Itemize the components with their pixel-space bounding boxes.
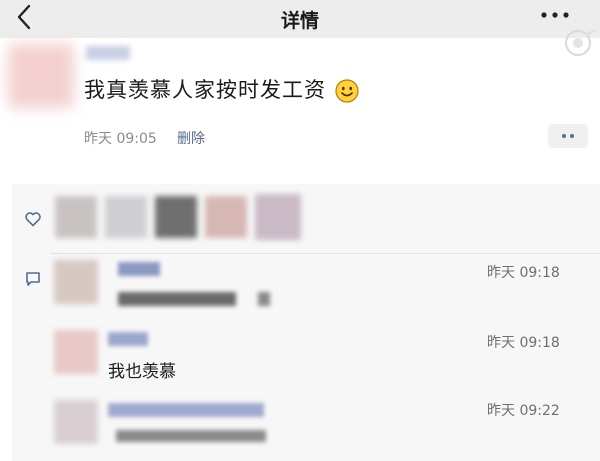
commenter-name[interactable] [108, 403, 264, 417]
commenter-name[interactable] [108, 332, 148, 346]
liker-avatar[interactable] [205, 196, 247, 238]
commenter-avatar[interactable] [54, 260, 98, 304]
comment-content [118, 292, 236, 306]
comment-time: 昨天 09:22 [487, 403, 560, 419]
watermark-logo [565, 29, 596, 56]
commenter-avatar[interactable] [54, 330, 98, 374]
comment-content [116, 430, 266, 442]
comment-content [258, 292, 270, 306]
delete-link[interactable]: 删除 [177, 128, 205, 148]
nav-bar: 详情 [0, 0, 600, 38]
smile-emoji-icon [335, 79, 359, 103]
comment-icon [26, 272, 40, 286]
liker-avatar[interactable] [255, 194, 301, 240]
heart-icon [25, 212, 41, 227]
post-text: 我真羡慕人家按时发工资 [84, 78, 326, 102]
liker-avatar[interactable] [105, 196, 147, 238]
liker-avatar[interactable] [155, 196, 197, 238]
commenter-name[interactable] [118, 262, 160, 276]
liker-avatar[interactable] [55, 196, 97, 238]
more-icon[interactable] [532, 4, 578, 26]
author-avatar[interactable] [8, 44, 74, 108]
comment-time: 昨天 09:18 [487, 265, 560, 281]
like-comment-menu-button[interactable] [548, 124, 588, 148]
commenter-avatar[interactable] [54, 400, 98, 444]
panel-divider [50, 253, 600, 254]
comment-content: 我也羡慕 [108, 362, 176, 382]
comment-time: 昨天 09:18 [487, 335, 560, 351]
page-title: 详情 [280, 10, 319, 32]
post-time: 昨天 09:05 [84, 131, 157, 147]
author-name[interactable] [86, 46, 130, 60]
